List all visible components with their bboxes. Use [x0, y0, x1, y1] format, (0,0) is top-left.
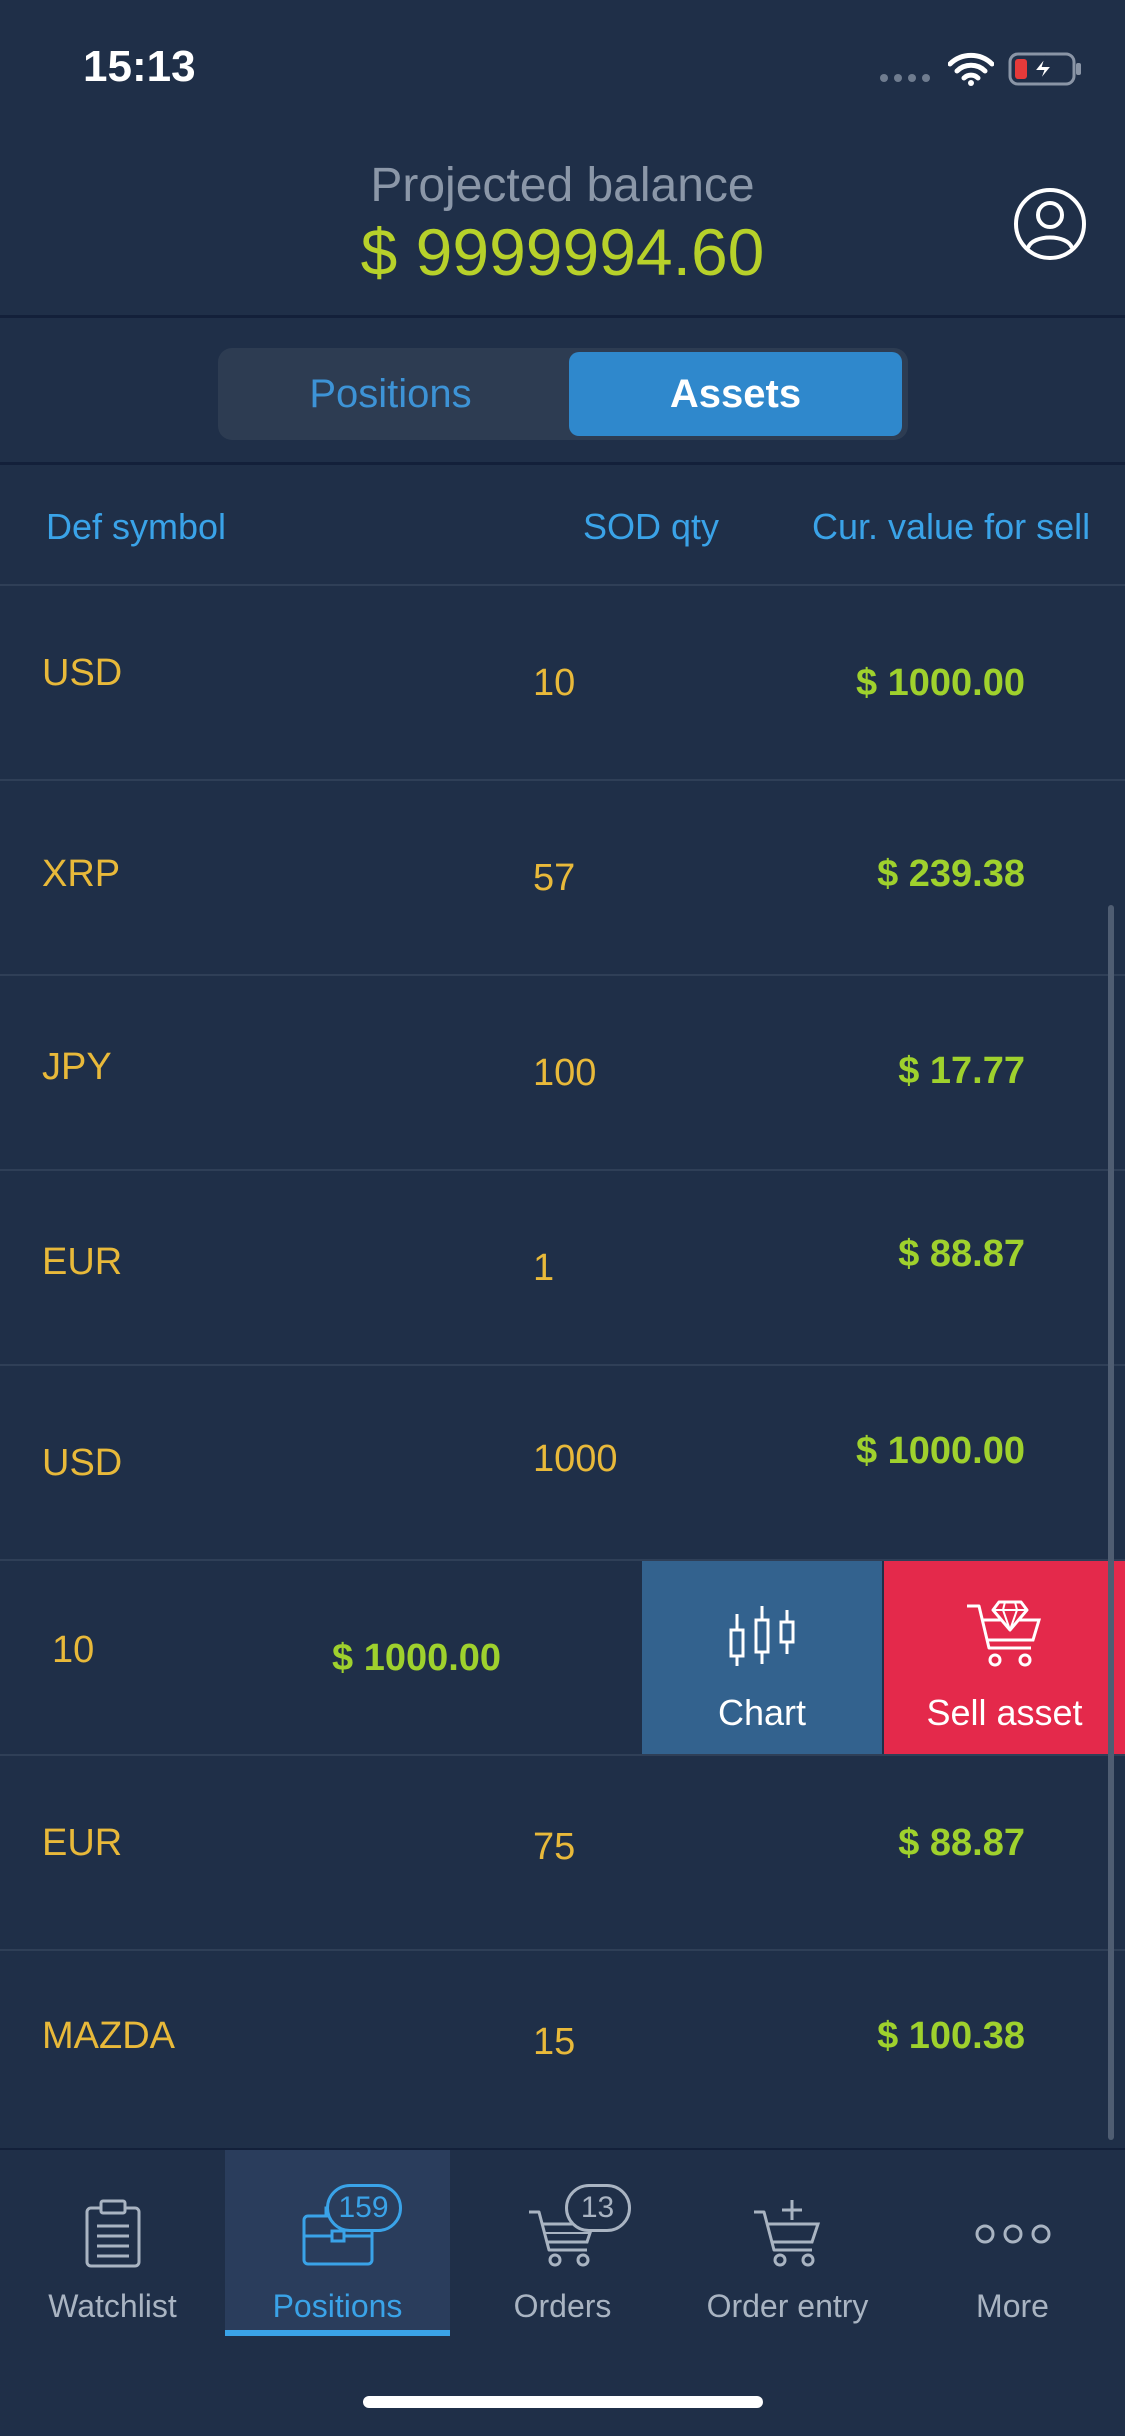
- list-item[interactable]: EUR 1 $ 88.87: [0, 1171, 1125, 1366]
- asset-qty: 10: [533, 662, 576, 704]
- sell-asset-label: Sell asset: [926, 1692, 1083, 1733]
- orders-badge: 13: [564, 2184, 631, 2232]
- positions-badge: 159: [325, 2184, 402, 2232]
- status-time: 15:13: [83, 42, 196, 91]
- segment-bar: Positions Assets: [0, 320, 1125, 465]
- profile-icon[interactable]: [1012, 186, 1088, 262]
- more-dots-icon: [975, 2224, 1050, 2244]
- tab-orders[interactable]: 13 Orders: [450, 2150, 675, 2336]
- active-tab-indicator: [225, 2330, 450, 2336]
- asset-symbol: MAZDA: [42, 2015, 175, 2057]
- asset-qty: 57: [533, 857, 576, 899]
- asset-symbol: XRP: [42, 853, 121, 895]
- asset-qty: 15: [533, 2021, 576, 2063]
- asset-qty: 100: [533, 1052, 597, 1094]
- battery-charging-icon: [1008, 52, 1081, 86]
- tab-orders-label: Orders: [513, 2288, 612, 2324]
- column-headers: Def symbol SOD qty Cur. value for sell: [0, 468, 1125, 586]
- column-header-qty[interactable]: SOD qty: [583, 506, 719, 548]
- diamond-cart-icon: [966, 1600, 1041, 1667]
- tab-positions-nav[interactable]: 159 Positions: [225, 2150, 450, 2336]
- asset-symbol: EUR: [42, 1241, 123, 1283]
- column-header-value[interactable]: Cur. value for sell: [812, 506, 1090, 548]
- list-item-swiped[interactable]: 10 $ 1000.00 Chart Sell asset: [0, 1561, 1125, 1756]
- asset-symbol: USD: [42, 652, 123, 694]
- balance-header: Projected balance $ 9999994.60: [0, 140, 1125, 318]
- asset-symbol: USD: [42, 1442, 123, 1484]
- chart-button-label: Chart: [717, 1692, 807, 1733]
- asset-qty: 1: [533, 1247, 555, 1289]
- tab-order-entry[interactable]: Order entry: [675, 2150, 900, 2336]
- segmented-control: Positions Assets: [218, 348, 908, 440]
- asset-value: $ 239.38: [877, 853, 1025, 895]
- scrollbar[interactable]: [1108, 905, 1114, 2140]
- balance-label: Projected balance: [370, 159, 755, 212]
- asset-value: $ 1000.00: [855, 1430, 1025, 1472]
- wifi-icon: [948, 52, 994, 86]
- column-header-symbol[interactable]: Def symbol: [46, 506, 226, 548]
- tab-more[interactable]: More: [900, 2150, 1125, 2336]
- signal-icon: [880, 74, 930, 82]
- tab-positions[interactable]: Positions: [224, 352, 557, 436]
- tab-assets[interactable]: Assets: [569, 352, 902, 436]
- list-item[interactable]: JPY 100 $ 17.77: [0, 976, 1125, 1171]
- cart-plus-icon: [753, 2200, 820, 2267]
- asset-qty: 10: [52, 1629, 95, 1671]
- tab-more-label: More: [976, 2288, 1049, 2324]
- asset-qty: 1000: [533, 1438, 618, 1480]
- tab-watchlist-label: Watchlist: [48, 2288, 177, 2324]
- bottom-tab-bar: Watchlist 159 Positions 13 Orders Order …: [0, 2148, 1125, 2436]
- asset-value: $ 1000.00: [855, 662, 1025, 704]
- asset-value: $ 100.38: [877, 2015, 1025, 2057]
- list-item[interactable]: XRP 57 $ 239.38: [0, 781, 1125, 976]
- asset-value: $ 17.77: [898, 1050, 1025, 1092]
- balance-value: $ 9999994.60: [360, 215, 765, 289]
- asset-value: $ 1000.00: [332, 1637, 502, 1679]
- asset-symbol: EUR: [42, 1822, 123, 1864]
- asset-qty: 75: [533, 1826, 576, 1868]
- clipboard-icon: [85, 2199, 140, 2268]
- tab-watchlist[interactable]: Watchlist: [0, 2150, 225, 2336]
- asset-symbol: JPY: [42, 1046, 112, 1088]
- tab-positions-label: Positions: [272, 2288, 403, 2324]
- list-item[interactable]: USD 10 $ 1000.00: [0, 586, 1125, 781]
- home-indicator[interactable]: [363, 2396, 763, 2408]
- assets-list: USD 10 $ 1000.00 XRP 57 $ 239.38 JPY 100…: [0, 586, 1125, 2146]
- chart-button[interactable]: Chart: [642, 1561, 882, 1754]
- list-item[interactable]: MAZDA 15 $ 100.38: [0, 1951, 1125, 2146]
- asset-value: $ 88.87: [898, 1822, 1025, 1864]
- list-item[interactable]: EUR 75 $ 88.87: [0, 1756, 1125, 1951]
- status-bar: 15:13: [0, 0, 1125, 140]
- candlestick-icon: [729, 1606, 795, 1666]
- sell-asset-button[interactable]: Sell asset: [884, 1561, 1125, 1754]
- tab-order-entry-label: Order entry: [706, 2288, 869, 2324]
- asset-value: $ 88.87: [898, 1233, 1025, 1275]
- list-item[interactable]: USD 1000 $ 1000.00: [0, 1366, 1125, 1561]
